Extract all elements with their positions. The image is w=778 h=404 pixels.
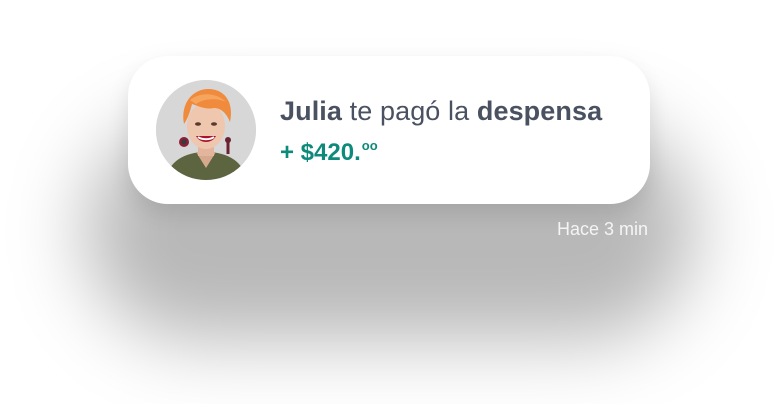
sender-name: Julia bbox=[280, 96, 343, 126]
amount-value: + $420. bbox=[280, 139, 361, 166]
notification-message: Julia te pagó la despensa bbox=[280, 96, 602, 127]
payment-notification-card[interactable]: Julia te pagó la despensa + $420.oo bbox=[128, 56, 650, 204]
notification-timestamp: Hace 3 min bbox=[556, 219, 648, 239]
avatar bbox=[156, 80, 256, 180]
payment-concept: despensa bbox=[476, 96, 603, 126]
amount-cents: oo bbox=[361, 138, 378, 153]
payment-amount: + $420.oo bbox=[280, 138, 378, 167]
message-text: te pagó la bbox=[349, 96, 470, 126]
person-photo-avatar-icon bbox=[156, 80, 256, 180]
